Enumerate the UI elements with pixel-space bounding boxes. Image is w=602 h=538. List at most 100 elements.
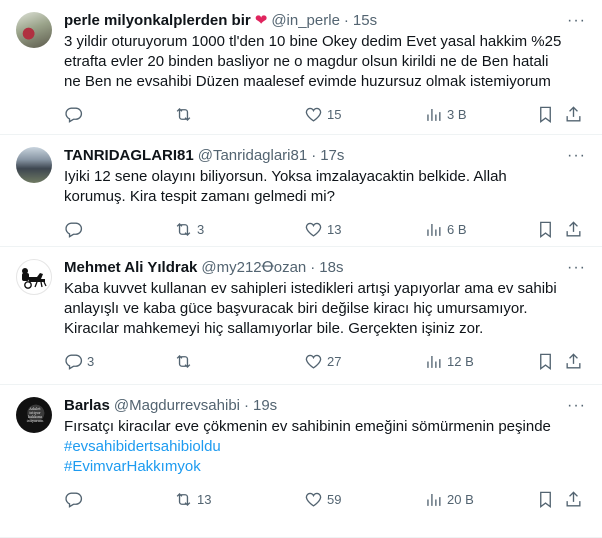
share-icon [566,353,581,369]
share-button[interactable] [564,490,583,509]
reply-icon [65,354,83,370]
like-count: 13 [327,222,342,237]
tweet[interactable]: Adalet istiyor hakkımı istiyorum Barlas … [0,385,602,538]
views-icon [427,355,441,368]
more-icon[interactable]: ··· [567,12,586,30]
share-icon [566,221,581,237]
avatar[interactable]: Adalet istiyor hakkımı istiyorum [16,397,52,433]
retweet-count: 13 [197,492,212,507]
user-handle[interactable]: @my212Ꝋozan [201,258,306,276]
hashtag-link[interactable]: #evsahibidertsahibioldu [64,437,586,457]
user-handle[interactable]: @Magdurrevsahibi [114,397,240,414]
view-count: 3 B [447,107,467,122]
views-button[interactable]: 3 B [424,105,467,124]
bookmark-button[interactable] [536,352,555,371]
avatar[interactable] [16,147,52,183]
action-bar: 3 13 6 B [64,211,586,247]
view-count: 6 B [447,222,467,237]
retweet-button[interactable] [174,105,197,124]
more-icon[interactable]: ··· [567,147,586,165]
heart-icon [305,222,322,237]
retweet-icon [176,223,191,236]
like-button[interactable]: 15 [304,105,341,124]
tweet-content: Mehmet Ali Yıldrak @my212Ꝋozan · 18s Kab… [64,257,586,384]
timestamp[interactable]: 19s [253,397,277,414]
bookmark-button[interactable] [536,220,555,239]
action-bar: 13 59 20 B [64,481,586,517]
views-button[interactable]: 6 B [424,220,467,239]
tweet-content: TANRIDAGLARI81 @Tanridaglari81 · 17s Iyi… [64,145,586,246]
avatar-caption: Adalet istiyor hakkımı istiyorum [26,407,44,423]
timestamp[interactable]: 15s [353,12,377,29]
tweet-header: Mehmet Ali Yıldrak @my212Ꝋozan · 18s [64,257,586,277]
retweet-count: 3 [197,222,205,237]
tweet-text: 3 yildir oturuyorum 1000 tl'den 10 bine … [64,33,562,90]
avatar[interactable] [16,259,52,295]
tweet[interactable]: Mehmet Ali Yıldrak @my212Ꝋozan · 18s Kab… [0,247,602,385]
avatar[interactable] [16,12,52,48]
share-button[interactable] [564,220,583,239]
tweet-header: Barlas @Magdurrevsahibi · 19s [64,395,586,415]
reply-button[interactable]: 3 [64,352,94,371]
tweet-header: TANRIDAGLARI81 @Tanridaglari81 · 17s [64,145,586,165]
reply-button[interactable] [64,220,87,239]
separator-dot: · [310,258,316,276]
retweet-icon [176,108,191,121]
timestamp[interactable]: 17s [320,147,344,164]
reply-button[interactable] [64,105,87,124]
like-count: 59 [327,492,342,507]
tweet-text: Kaba kuvvet kullanan ev sahipleri istedi… [64,280,557,337]
more-icon[interactable]: ··· [567,259,586,277]
retweet-button[interactable] [174,352,197,371]
views-button[interactable]: 20 B [424,490,474,509]
retweet-button[interactable]: 13 [174,490,211,509]
separator-dot: · [311,146,317,164]
share-icon [566,491,581,507]
tweet-text: Iyiki 12 sene olayını biliyorsun. Yoksa … [64,168,507,205]
like-button[interactable]: 27 [304,352,341,371]
share-button[interactable] [564,105,583,124]
bookmark-icon [540,353,551,370]
tweet-content: Barlas @Magdurrevsahibi · 19s Fırsatçı k… [64,395,586,537]
hashtag-link[interactable]: #EvimvarHakkımyok [64,457,586,477]
like-button[interactable]: 59 [304,490,341,509]
reply-icon [65,492,83,508]
user-handle[interactable]: @in_perle [271,12,340,29]
bookmark-button[interactable] [536,105,555,124]
bookmark-icon [540,221,551,238]
retweet-button[interactable]: 3 [174,220,204,239]
separator-dot: · [343,11,349,29]
heart-icon [305,354,322,369]
reply-icon [65,107,83,123]
heart-emoji: ❤ [254,12,268,29]
reply-count: 3 [87,354,95,369]
more-icon[interactable]: ··· [567,397,586,415]
like-button[interactable]: 13 [304,220,341,239]
share-icon [566,106,581,122]
like-count: 15 [327,107,342,122]
tweet-header: perle milyonkalplerden bir ❤ @in_perle ·… [64,10,586,30]
horse-cart-logo [22,268,47,289]
tweet[interactable]: perle milyonkalplerden bir ❤ @in_perle ·… [0,0,602,135]
reply-button[interactable] [64,490,87,509]
heart-icon [305,492,322,507]
tweet[interactable]: TANRIDAGLARI81 @Tanridaglari81 · 17s Iyi… [0,135,602,247]
views-icon [427,223,441,236]
views-icon [427,108,441,121]
timestamp[interactable]: 18s [319,259,343,276]
views-icon [427,493,441,506]
share-button[interactable] [564,352,583,371]
tweet-content: perle milyonkalplerden bir ❤ @in_perle ·… [64,10,586,134]
display-name[interactable]: perle milyonkalplerden bir [64,12,251,29]
user-handle[interactable]: @Tanridaglari81 [198,147,307,164]
views-button[interactable]: 12 B [424,352,474,371]
bookmark-icon [540,491,551,508]
display-name[interactable]: Barlas [64,397,110,414]
view-count: 12 B [447,354,474,369]
bookmark-icon [540,106,551,123]
tweet-feed: perle milyonkalplerden bir ❤ @in_perle ·… [0,0,602,538]
separator-dot: · [244,396,249,414]
bookmark-button[interactable] [536,490,555,509]
display-name[interactable]: Mehmet Ali Yıldrak [64,259,197,276]
display-name[interactable]: TANRIDAGLARI81 [64,147,194,164]
